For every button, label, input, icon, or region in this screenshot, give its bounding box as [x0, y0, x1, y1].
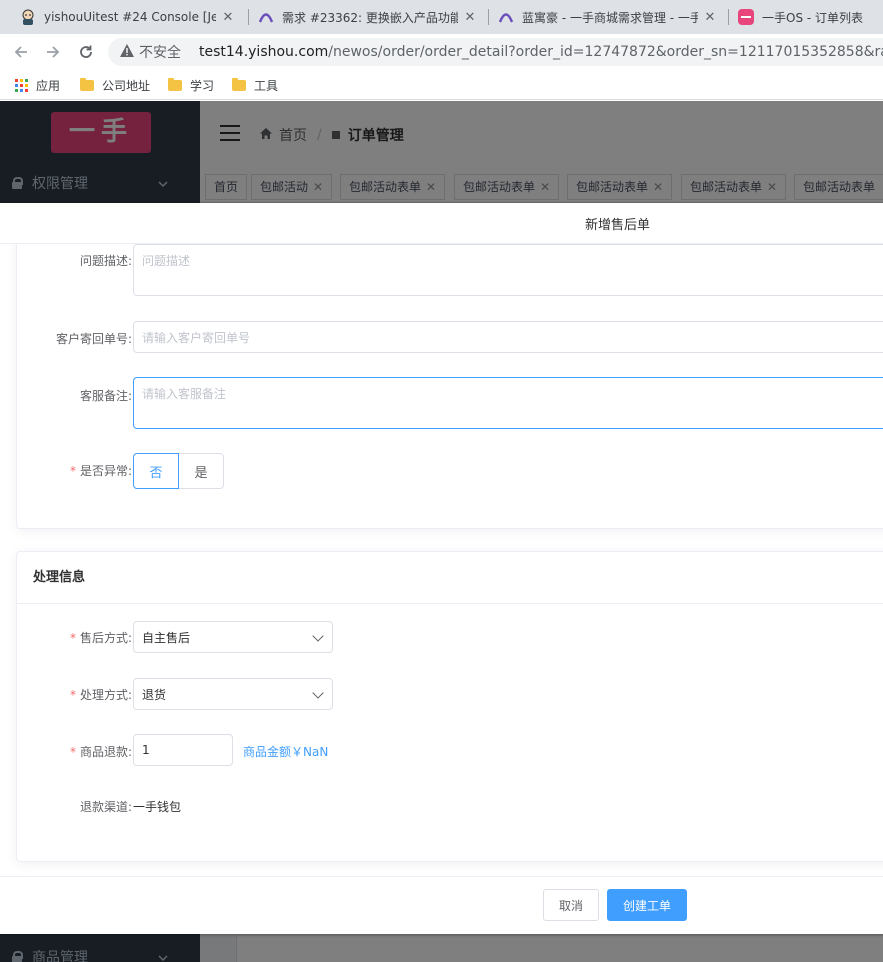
bookmark-apps[interactable]: 应用: [15, 76, 60, 94]
bookmarks-bar: 应用 公司地址 学习 工具: [0, 70, 883, 100]
reload-icon[interactable]: [75, 41, 97, 63]
refund-amount-label: * 商品退款:: [17, 743, 132, 760]
chevron-down-icon: [312, 630, 324, 642]
browser-tab-title: 蓝寓豪 - 一手商城需求管理 - 一手: [522, 10, 698, 25]
dialog-title: 新增售后单: [585, 218, 651, 233]
service-note-label: 客服备注:: [79, 389, 132, 403]
customer-return-no-label: 客户寄回单号:: [55, 332, 132, 346]
tab-divider: [488, 9, 489, 25]
url-host: test14.yishou.com: [199, 44, 329, 60]
radio-yes[interactable]: 是: [178, 453, 224, 489]
close-icon[interactable]: ✕: [702, 10, 718, 25]
section-title: 处理信息: [33, 570, 86, 585]
browser-tab-orders[interactable]: 一手OS - 订单列表: [730, 0, 883, 34]
folder-icon: [232, 77, 246, 91]
select-value: 自主售后: [142, 630, 191, 645]
cancel-button[interactable]: 取消: [543, 889, 599, 921]
handling-info-card: 处理信息 * 售后方式: 自主售后 * 处理方式: 退货 * 商品退款: 1 商品金额…: [16, 551, 883, 862]
required-asterisk: *: [69, 688, 76, 702]
browser-tab-title: 需求 #23362: 更换嵌入产品功能: [282, 10, 458, 25]
product-amount-hint: 商品金额￥NaN: [243, 745, 329, 759]
radio-no[interactable]: 否: [133, 453, 179, 489]
browser-tab-title: 一手OS - 订单列表: [762, 10, 864, 25]
dialog-body[interactable]: 问题描述: 问题描述 客户寄回单号: 请输入客户寄回单号 客服备注: 请输入客服…: [0, 244, 883, 876]
refund-amount-input[interactable]: 1: [133, 734, 233, 766]
browser-tab-strip: yishouUitest #24 Console [Jenkins] ✕ 需求 …: [0, 0, 883, 34]
service-note-textarea[interactable]: 请输入客服备注: [133, 377, 883, 429]
handle-method-select[interactable]: 退货: [133, 678, 333, 710]
apps-grid-icon: [15, 78, 28, 92]
redmine-icon: [258, 9, 274, 25]
browser-tab-jenkins[interactable]: yishouUitest #24 Console [Jenkins] ✕: [12, 0, 244, 34]
required-asterisk: *: [69, 745, 76, 759]
folder-icon: [168, 77, 182, 91]
warning-triangle-icon: [120, 43, 134, 61]
create-ticket-button[interactable]: 创建工单: [607, 889, 687, 921]
insecure-label: 不安全: [139, 45, 181, 61]
forward-arrow-icon[interactable]: [42, 41, 64, 63]
aftersale-method-label-text: 售后方式:: [79, 631, 132, 645]
aftersale-method-select[interactable]: 自主售后: [133, 621, 333, 653]
address-bar: 不安全 test14.yishou.com /newos/order/order…: [0, 34, 883, 70]
refund-amount-label-text: 商品退款:: [79, 745, 132, 759]
browser-tab-title: yishouUitest #24 Console [Jenkins]: [44, 10, 216, 24]
select-value: 退货: [142, 687, 167, 702]
bookmark-label: 应用: [36, 78, 61, 93]
bookmark-label: 工具: [254, 78, 279, 93]
problem-desc-label: 问题描述:: [79, 254, 132, 268]
url-omnibox[interactable]: 不安全 test14.yishou.com /newos/order/order…: [108, 38, 883, 66]
bookmark-label: 公司地址: [102, 78, 151, 93]
bookmark-study[interactable]: 学习: [168, 76, 214, 94]
tab-divider: [248, 9, 249, 25]
create-aftersale-dialog: 新增售后单 问题描述: 问题描述 客户寄回单号: 请输入客户寄回单号 客服备注:…: [0, 203, 883, 934]
handle-method-label-text: 处理方式:: [79, 688, 132, 702]
bookmark-company-address[interactable]: 公司地址: [80, 76, 150, 94]
tab-divider: [728, 9, 729, 25]
customer-return-no-input[interactable]: 请输入客户寄回单号: [133, 321, 883, 353]
required-asterisk: *: [69, 631, 76, 645]
aftersale-info-card: 问题描述: 问题描述 客户寄回单号: 请输入客户寄回单号 客服备注: 请输入客服…: [16, 244, 883, 529]
is-abnormal-label: * 是否异常:: [17, 462, 132, 479]
dialog-footer: 取消 创建工单: [0, 876, 883, 934]
is-abnormal-label-text: 是否异常:: [79, 464, 132, 478]
aftersale-method-label: * 售后方式:: [17, 629, 132, 646]
folder-icon: [80, 77, 94, 91]
chevron-down-icon: [312, 687, 324, 699]
redmine-icon: [498, 9, 514, 25]
problem-desc-textarea[interactable]: 问题描述: [133, 244, 883, 296]
url-path: /newos/order/order_detail?order_id=12747…: [328, 44, 883, 60]
dialog-header: 新增售后单: [0, 203, 883, 244]
close-icon[interactable]: ✕: [462, 10, 478, 25]
yishou-icon: [738, 9, 754, 25]
close-icon[interactable]: ✕: [220, 10, 236, 25]
required-asterisk: *: [69, 464, 76, 478]
bookmark-label: 学习: [190, 78, 215, 93]
section-divider: [17, 603, 883, 604]
browser-tab-lanyuhao[interactable]: 蓝寓豪 - 一手商城需求管理 - 一手 ✕: [490, 0, 726, 34]
refund-channel-label: 退款渠道:: [79, 800, 132, 814]
bookmark-tools[interactable]: 工具: [232, 76, 278, 94]
back-arrow-icon[interactable]: [10, 41, 32, 63]
handle-method-label: * 处理方式:: [17, 686, 132, 703]
browser-tab-requirement[interactable]: 需求 #23362: 更换嵌入产品功能 ✕: [250, 0, 486, 34]
refund-channel-value: 一手钱包: [133, 800, 182, 814]
jenkins-icon: [20, 9, 36, 25]
